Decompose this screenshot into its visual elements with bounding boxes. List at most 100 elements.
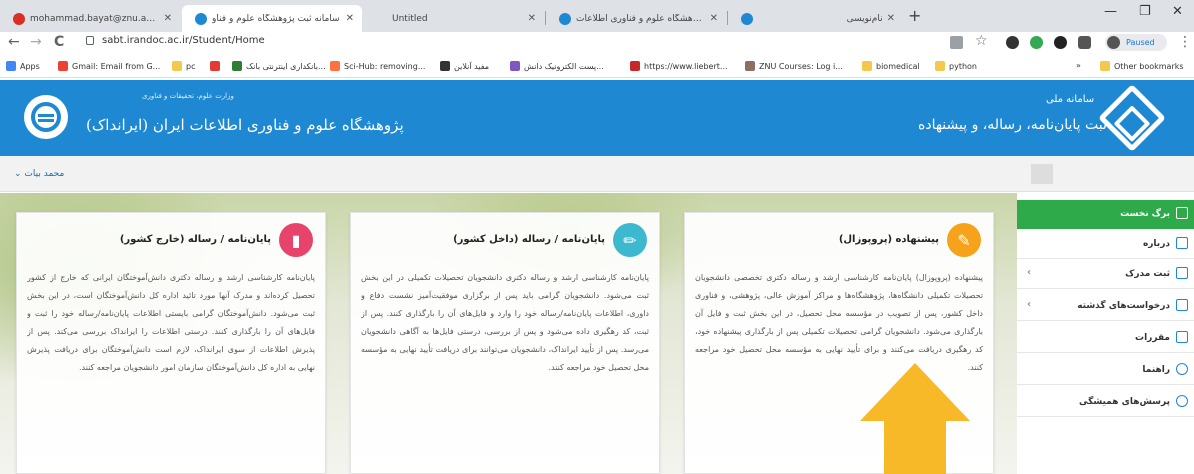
tab-title: Untitled <box>392 13 428 24</box>
bookmark-python[interactable]: python <box>935 61 977 71</box>
bookmark-liebert[interactable]: https://www.liebert... <box>630 61 728 71</box>
url-text: sabt.irandoc.ac.ir/Student/Home <box>102 35 265 46</box>
bookmark-bank[interactable]: بانکداری اینترنتی بانک... <box>232 61 326 71</box>
sabt-logo-icon[interactable] <box>1098 84 1166 152</box>
bookmark-gmail[interactable]: Gmail: Email from G... <box>58 61 160 71</box>
bookmark-mofid[interactable]: مفید آنلاین <box>440 61 489 71</box>
chevron-left-icon: ‹ <box>1027 267 1032 278</box>
sidebar-item-label: ثبت مدرک <box>1125 269 1170 279</box>
close-tab-icon[interactable]: ✕ <box>164 13 172 24</box>
system-title: ثبت پایان‌نامه، رساله، و پیشنهاده <box>918 117 1107 133</box>
card-description: پایان‌نامه کارشناسی ارشد و رساله دکتری د… <box>27 273 315 372</box>
folder-icon <box>1176 331 1188 343</box>
new-tab-button[interactable]: + <box>908 6 921 25</box>
minimize-button[interactable]: — <box>1104 4 1117 19</box>
tab-title: سامانه ثبت پژوهشگاه علوم و فناو <box>212 13 340 24</box>
bookmarks-more[interactable]: » <box>1076 61 1081 70</box>
sidebar-item-label: درخواست‌های گذشته <box>1077 301 1170 311</box>
browser-menu-icon[interactable]: ⋮ <box>1178 34 1192 50</box>
chevron-down-icon: ⌄ <box>14 169 22 179</box>
browser-tab-strip: mohammad.bayat@znu.ac.ir - M ✕ سامانه ثب… <box>0 0 1194 32</box>
card-title: پایان‌نامه / رساله (داخل کشور) <box>453 234 605 245</box>
sidebar-item-label: پرسش‌های همیشگی <box>1079 397 1170 407</box>
highlight-arrow-icon <box>860 363 970 474</box>
question-icon <box>1176 395 1188 407</box>
ministry-label: وزارت علوم، تحقیقات و فناوری <box>142 92 234 100</box>
lock-icon <box>86 36 94 45</box>
tab-title: mohammad.bayat@znu.ac.ir - M <box>30 13 160 24</box>
bookmark-star-icon[interactable]: ☆ <box>975 33 988 49</box>
site-header: وزارت علوم، تحقیقات و فناوری پژوهشگاه عل… <box>0 80 1194 156</box>
browser-tab-gmail[interactable]: mohammad.bayat@znu.ac.ir - M ✕ <box>0 5 180 32</box>
browser-tab-irandoc[interactable]: پژوهشگاه علوم و فناوری اطلاعات / ✕ <box>546 5 726 32</box>
pencil-icon: ✏ <box>613 223 647 257</box>
sidebar-item-home[interactable]: برگ نخست <box>1017 200 1194 229</box>
site-favicon-icon <box>195 12 207 25</box>
card-description: پیشنهاده (پروپوزال) پایان‌نامه کارشناسی … <box>695 273 983 372</box>
sidebar-item-faq[interactable]: پرسش‌های همیشگی <box>1017 388 1194 417</box>
tab-title: پژوهشگاه علوم و فناوری اطلاعات / <box>576 13 706 24</box>
user-name: محمد بیات <box>24 169 65 179</box>
sidebar-item-regulations[interactable]: مقررات <box>1017 324 1194 353</box>
bookmark-biomedical[interactable]: biomedical <box>862 61 920 71</box>
irandoc-logo-icon[interactable] <box>24 95 68 139</box>
bookmark-pc[interactable]: pc <box>172 61 195 71</box>
bookmark-youtube[interactable] <box>210 61 224 71</box>
sidebar-item-label: راهنما <box>1142 365 1170 375</box>
institute-title: پژوهشگاه علوم و فناوری اطلاعات ایران (ای… <box>86 116 404 134</box>
extension-icon[interactable] <box>1030 36 1043 49</box>
document-icon: ▮ <box>279 223 313 257</box>
sidebar-item-label: درباره <box>1142 239 1170 249</box>
sidebar-item-help[interactable]: راهنما <box>1017 356 1194 385</box>
bookmarks-bar: Apps Gmail: Email from G... pc بانکداری … <box>0 56 1194 78</box>
forward-button[interactable]: → <box>30 34 42 50</box>
site-favicon-icon <box>741 12 753 25</box>
browser-tab-register[interactable]: نام‌نویسی ✕ <box>728 5 903 32</box>
sidebar-item-label: برگ نخست <box>1120 209 1170 219</box>
extension-icon[interactable] <box>1006 36 1019 49</box>
sidebar-toggle-area <box>1017 156 1194 192</box>
extension-puzzle-icon[interactable] <box>1078 36 1091 49</box>
close-tab-icon[interactable]: ✕ <box>346 13 354 24</box>
edit-icon <box>1176 267 1188 279</box>
card-title: پیشنهاده (پروپوزال) <box>838 234 939 245</box>
maximize-button[interactable]: ❐ <box>1139 4 1151 19</box>
browser-tab-untitled[interactable]: Untitled ✕ <box>364 5 544 32</box>
bookmark-apps[interactable]: Apps <box>6 61 40 71</box>
system-label: سامانه ملی <box>1046 94 1095 105</box>
bookmark-scihub[interactable]: Sci-Hub: removing... <box>330 61 425 71</box>
file-icon <box>1176 237 1188 249</box>
home-icon <box>1176 207 1188 219</box>
bookmark-znu[interactable]: ZNU Courses: Log i... <box>745 61 843 71</box>
url-field[interactable]: sabt.irandoc.ac.ir/Student/Home <box>86 35 265 46</box>
chevron-left-icon: ‹ <box>1027 299 1032 310</box>
paused-label: Paused <box>1126 38 1155 47</box>
sidebar-item-label: مقررات <box>1135 333 1170 343</box>
browser-tab-sabt[interactable]: سامانه ثبت پژوهشگاه علوم و فناو ✕ <box>182 5 362 32</box>
close-tab-icon[interactable]: ✕ <box>710 13 718 24</box>
sidebar-collapse-icon[interactable] <box>1031 164 1053 184</box>
extension-icon[interactable] <box>1054 36 1067 49</box>
list-icon <box>1176 299 1188 311</box>
card-thesis-abroad[interactable]: ▮ پایان‌نامه / رساله (خارج کشور) پایان‌ن… <box>16 212 326 474</box>
avatar <box>1107 36 1120 49</box>
profile-paused-button[interactable]: Paused <box>1105 34 1167 51</box>
close-tab-icon[interactable]: ✕ <box>528 13 536 24</box>
card-title: پایان‌نامه / رساله (خارج کشور) <box>119 234 271 245</box>
sidebar-item-about[interactable]: درباره <box>1017 230 1194 259</box>
sidebar-item-register-document[interactable]: ‹ ثبت مدرک <box>1017 260 1194 289</box>
back-button[interactable]: ← <box>8 34 20 50</box>
bookmark-email[interactable]: پست الکترونیک دانش... <box>510 61 604 71</box>
close-tab-icon[interactable]: ✕ <box>887 13 895 24</box>
translate-icon[interactable] <box>950 36 963 49</box>
info-icon <box>1176 363 1188 375</box>
user-menu[interactable]: ⌄ محمد بیات <box>14 169 64 179</box>
other-bookmarks[interactable]: Other bookmarks <box>1100 61 1184 71</box>
sidebar: برگ نخست درباره ‹ ثبت مدرک ‹ درخواست‌های… <box>1017 200 1194 474</box>
sidebar-item-past-requests[interactable]: ‹ درخواست‌های گذشته <box>1017 292 1194 321</box>
gmail-icon <box>13 12 25 25</box>
reload-button[interactable]: C <box>54 34 64 50</box>
window-close-button[interactable]: ✕ <box>1172 4 1183 19</box>
edit-icon: ✎ <box>947 223 981 257</box>
card-thesis-domestic[interactable]: ✏ پایان‌نامه / رساله (داخل کشور) پایان‌ن… <box>350 212 660 474</box>
